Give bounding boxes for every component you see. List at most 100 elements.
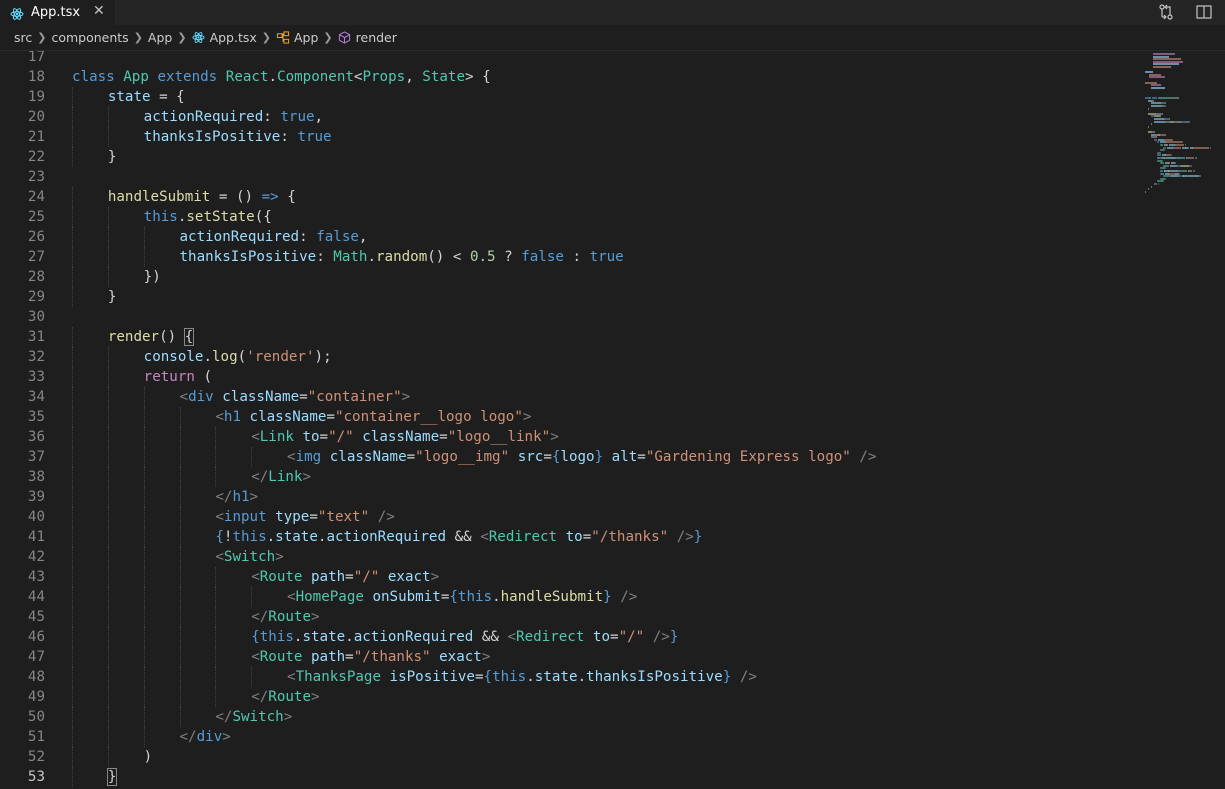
code-token: > <box>311 689 320 705</box>
minimap-token <box>1187 120 1191 123</box>
code-text: <img className="logo__img" src={logo} al… <box>287 447 876 467</box>
code-token: = () <box>210 189 262 205</box>
code-text: </Switch> <box>215 707 292 727</box>
close-icon[interactable]: ✕ <box>93 3 105 19</box>
breadcrumb-item-components[interactable]: components <box>51 30 128 45</box>
code-token: = <box>406 449 416 465</box>
code-token: class <box>72 69 115 85</box>
line-number: 50 <box>27 709 45 725</box>
line-number: 38 <box>27 469 45 485</box>
code-text: actionRequired: true, <box>144 107 323 127</box>
code-token: , <box>358 229 368 245</box>
code-token: Redirect <box>516 629 585 645</box>
code-token: this <box>143 209 178 225</box>
line-number: 22 <box>27 149 45 165</box>
indent-guide <box>72 387 73 407</box>
breadcrumb-item-app-tsx[interactable]: App.tsx <box>192 30 257 45</box>
indent-guide <box>107 367 109 387</box>
code-token: > <box>283 709 293 725</box>
code-token: input <box>223 509 267 525</box>
indent-guide <box>179 507 181 527</box>
chevron-right-icon: ❯ <box>261 31 271 44</box>
indent-guide <box>72 547 73 567</box>
code-token: Component <box>277 69 354 85</box>
code-token: div <box>188 389 214 405</box>
indent-guide <box>72 367 73 387</box>
code-token: Props <box>362 69 406 85</box>
line-number: 39 <box>27 489 45 505</box>
line-number: 35 <box>27 409 45 425</box>
line-number: 49 <box>27 689 45 705</box>
minimap-token <box>1180 164 1189 167</box>
minimap[interactable] <box>1145 51 1225 789</box>
indent-guide <box>143 407 145 427</box>
code-token: className <box>362 429 440 445</box>
code-token: = <box>582 529 592 545</box>
code-token: log <box>212 349 238 365</box>
code-token: </ <box>251 609 269 625</box>
code-token: Switch <box>232 709 284 725</box>
breadcrumb-item-render[interactable]: render <box>338 30 397 45</box>
code-text: } <box>108 147 117 167</box>
indent-guide <box>143 607 145 627</box>
code-text: <ThanksPage isPositive={this.state.thank… <box>287 667 757 687</box>
code-token: : <box>280 129 298 145</box>
indent-guide <box>107 507 109 527</box>
code-token: "text" <box>317 509 370 525</box>
code-token: . <box>266 529 276 545</box>
indent-guide <box>72 287 73 307</box>
minimap-token <box>1148 107 1149 110</box>
code-token: < <box>215 509 224 525</box>
code-token: . <box>492 589 501 605</box>
code-token: = <box>637 449 646 465</box>
indent-guide <box>251 587 253 607</box>
code-token: this <box>457 589 493 605</box>
minimap-token <box>1157 183 1159 185</box>
line-number: 21 <box>27 129 45 145</box>
class-icon <box>276 31 290 44</box>
breadcrumb-item-app-class[interactable]: App <box>276 30 318 45</box>
compare-changes-icon[interactable] <box>1157 3 1175 21</box>
tab-actions <box>1157 3 1213 21</box>
code-token: /> <box>652 629 670 645</box>
indent-guide <box>143 447 145 467</box>
code-token: { <box>215 529 224 545</box>
indent-guide <box>107 247 109 267</box>
code-editor[interactable]: 17 18 class App extends React.Component<Pr… <box>0 51 1140 789</box>
code-token: > <box>311 609 320 625</box>
code-token: } <box>669 629 679 645</box>
indent-guide <box>143 627 145 647</box>
code-token: "logo__link" <box>447 429 551 445</box>
indent-guide <box>107 227 109 247</box>
line-number: 47 <box>27 649 45 665</box>
code-token: () <box>159 329 185 345</box>
minimap-token <box>1196 157 1198 159</box>
tab-app-tsx[interactable]: App.tsx ✕ <box>0 0 115 25</box>
tab-bar: App.tsx ✕ <box>0 0 1225 25</box>
code-token: HomePage <box>295 589 364 605</box>
code-token: < <box>215 409 224 425</box>
line-number: 27 <box>27 249 45 265</box>
minimap-token <box>1151 123 1153 126</box>
line-number: 26 <box>27 229 45 245</box>
minimap-token <box>1162 180 1164 183</box>
split-editor-icon[interactable] <box>1195 3 1213 21</box>
code-token: < <box>507 629 517 645</box>
breadcrumb-item-app-folder[interactable]: App <box>148 30 172 45</box>
line-number: 25 <box>27 209 45 225</box>
code-token: => <box>261 189 279 205</box>
code-token: </ <box>179 729 197 745</box>
indent-guide <box>215 427 217 447</box>
minimap-token <box>1145 190 1146 193</box>
code-token: ( <box>237 349 247 365</box>
code-token: && <box>473 629 508 645</box>
indent-guide <box>107 387 109 407</box>
indent-guide <box>251 667 253 687</box>
minimap-token <box>1151 185 1152 188</box>
indent-guide <box>107 427 109 447</box>
breadcrumb-item-src[interactable]: src <box>14 30 32 45</box>
line-number: 28 <box>27 269 45 285</box>
